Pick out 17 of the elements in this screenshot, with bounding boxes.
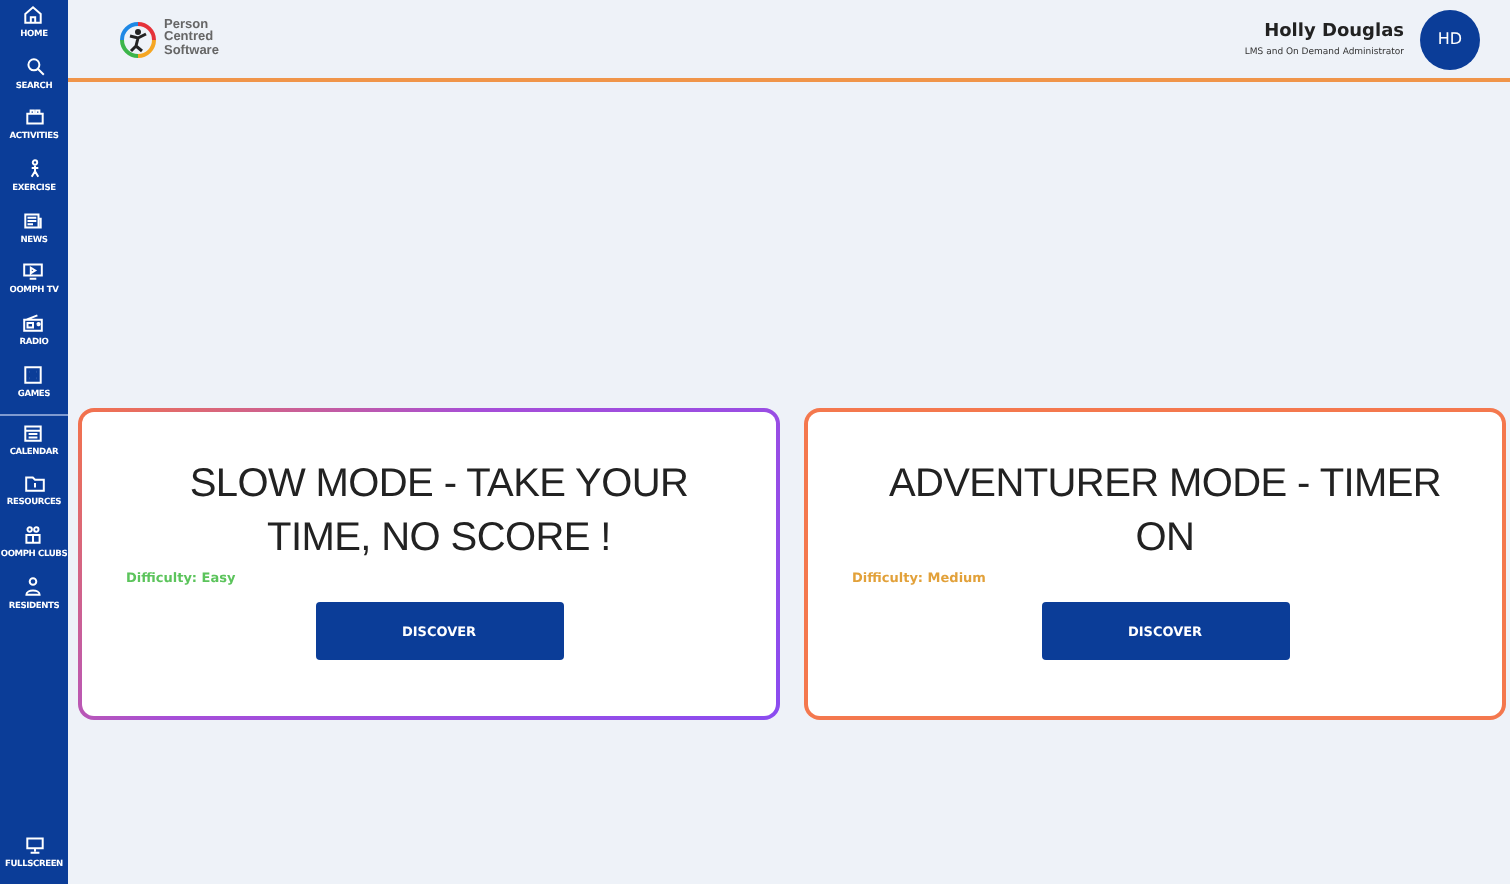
nav-icon <box>22 523 45 546</box>
nav-icon <box>22 421 45 443</box>
nav-icon <box>23 472 45 495</box>
card-title: SLOW MODE - TAKE YOUR TIME, NO SCORE ! <box>187 460 691 564</box>
logo-icon <box>118 19 158 59</box>
nav-icon <box>22 363 45 386</box>
user-avatar[interactable]: HD <box>1420 9 1480 69</box>
card-title: ADVENTURER MODE - TIMER ON <box>886 460 1444 564</box>
nav-icon <box>22 312 45 335</box>
nav-icon <box>22 575 45 598</box>
monitor-icon <box>23 834 45 857</box>
nav-icon <box>22 209 45 232</box>
nav-icon <box>22 4 45 26</box>
user-name: Holly Douglas <box>1264 21 1404 41</box>
nav-icon <box>23 106 45 129</box>
nav-icon <box>23 55 45 78</box>
nav-icon <box>22 260 45 283</box>
